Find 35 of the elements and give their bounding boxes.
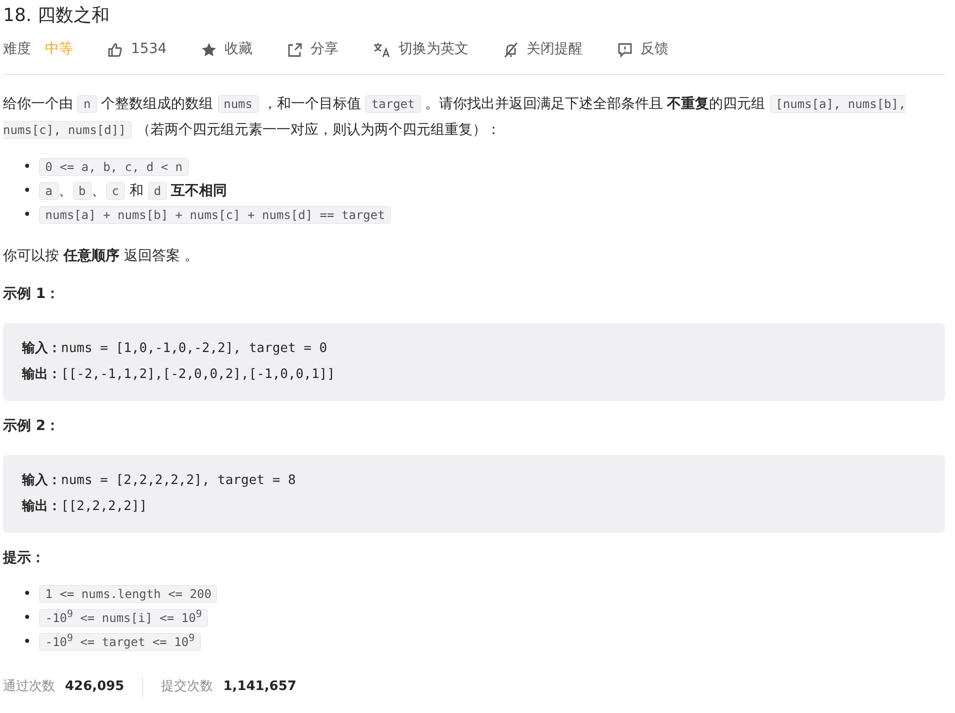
problem-title: 18. 四数之和 (3, 4, 110, 28)
difficulty-level: 中等 (45, 40, 73, 60)
bullet: • (23, 182, 32, 201)
translate-button[interactable]: 切换为英文 (372, 38, 469, 62)
like-button[interactable]: 1534 (107, 38, 167, 62)
bell-off-button[interactable]: 关闭提醒 (502, 38, 583, 62)
star-button[interactable]: 收藏 (200, 38, 253, 62)
stat-value: 426,095 (65, 678, 124, 696)
example-block: 输入：nums = [1,0,-1,0,-2,2], target = 0 输出：[[-2,-1,1,2],[-2,0,0,2],[-1,0,0,1]] (3, 322, 945, 401)
stat-label: 提交次数 (161, 678, 214, 696)
example-heading: 示例 2： (3, 416, 61, 436)
bullet: • (23, 633, 32, 652)
condition-item: a 、 b 、 c 和 d 互不相同 (39, 179, 228, 203)
share-icon (286, 42, 303, 58)
example-heading: 示例 1： (3, 285, 61, 304)
bullet: • (23, 158, 32, 177)
bullet: • (23, 585, 32, 604)
star-icon (200, 42, 217, 58)
bullet: • (23, 206, 32, 225)
example-block: 输入：nums = [2,2,2,2,2], target = 8 输出：[[2,2,2,2]] (3, 454, 945, 533)
translate-icon (372, 42, 391, 58)
condition-item: 0 <= a, b, c, d < n (39, 155, 189, 179)
feedback-icon (616, 42, 633, 58)
description-paragraph: 给你一个由 n 个整数组成的数组 nums ，和一个目标值 target 。请你找出并返回满足下述全部条件且 不重复的四元组 [nums[a], nums[b], nums[c], nums[d]] （若两个四元组元素一一对应，则认为两个四元组重复）： (3, 94, 907, 141)
bell-off-icon (502, 42, 519, 58)
bullet: • (23, 609, 32, 628)
stat-value: 1,141,657 (223, 678, 296, 696)
difficulty-label: 难度 (3, 40, 31, 60)
answer-note: 你可以按 任意顺序 返回答案 。 (3, 246, 200, 266)
thumbs-up-icon (107, 42, 123, 58)
condition-item: nums[a] + nums[b] + nums[c] + nums[d] == target (39, 203, 391, 227)
feedback-button[interactable]: 反馈 (616, 38, 669, 62)
stat-label: 通过次数 (3, 678, 55, 696)
hints-heading: 提示： (3, 548, 46, 568)
share-button[interactable]: 分享 (286, 38, 339, 62)
